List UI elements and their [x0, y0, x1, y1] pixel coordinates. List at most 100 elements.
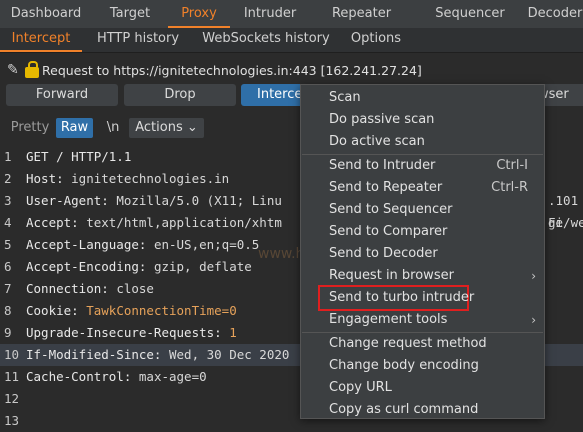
line-content: GET / HTTP/1.1: [26, 146, 131, 168]
line-number: 12: [4, 391, 20, 406]
line-number: 11: [4, 369, 20, 384]
subtab-intercept[interactable]: Intercept: [0, 28, 82, 52]
menu-item-label: Scan: [329, 90, 361, 105]
header-name: Accept-Encoding:: [26, 259, 154, 274]
menu-item-request-in-browser[interactable]: Request in browser ›: [301, 265, 544, 287]
line-number: 2: [4, 171, 12, 186]
tab-dashboard[interactable]: Dashboard: [0, 0, 92, 28]
header-value: Mozilla/5.0 (X11; Linu: [116, 193, 282, 208]
menu-item-label: Change body encoding: [329, 358, 479, 373]
line-content: Host: ignitetechnologies.in: [26, 168, 229, 190]
menu-item-do-active-scan[interactable]: Do active scan: [301, 131, 544, 153]
line-number: 5: [4, 237, 12, 252]
line-number: 4: [4, 215, 12, 230]
header-name: Connection:: [26, 281, 117, 296]
show-newlines-button[interactable]: \n: [100, 118, 126, 138]
menu-item-send-to-decoder[interactable]: Send to Decoder: [301, 243, 544, 265]
line-content: Accept-Language: en-US,en;q=0.5: [26, 234, 259, 256]
proxy-sub-tab-bar: Intercept HTTP history WebSockets histor…: [0, 28, 583, 53]
raw-view-button[interactable]: Raw: [56, 118, 93, 138]
top-tab-bar: Dashboard Target Proxy Intruder Repeater…: [0, 0, 583, 28]
line-number: 1: [4, 149, 12, 164]
menu-item-do-passive-scan[interactable]: Do passive scan: [301, 109, 544, 131]
lock-icon: [25, 60, 39, 78]
menu-item-scan[interactable]: Scan: [301, 87, 544, 109]
menu-item-change-body-encoding[interactable]: Change body encoding: [301, 355, 544, 377]
header-name: Upgrade-Insecure-Requests:: [26, 325, 230, 340]
line-number: 7: [4, 281, 12, 296]
header-name: Cookie:: [26, 303, 87, 318]
line-number: 9: [4, 325, 12, 340]
edit-pencil-icon[interactable]: ✎: [7, 62, 23, 78]
menu-item-label: Copy URL: [329, 380, 392, 395]
tab-proxy[interactable]: Proxy: [168, 0, 230, 28]
menu-item-send-to-sequencer[interactable]: Send to Sequencer: [301, 199, 544, 221]
header-value: close: [116, 281, 154, 296]
overflow-text: ge/we: [548, 215, 583, 230]
line-number: 10: [4, 347, 20, 362]
line-number: 3: [4, 193, 12, 208]
menu-item-label: Engagement tools: [329, 312, 448, 327]
menu-item-label: Send to turbo intruder: [329, 290, 475, 305]
line-content: Cache-Control: max-age=0: [26, 366, 207, 388]
line-content: User-Agent: Mozilla/5.0 (X11; Linu: [26, 190, 282, 212]
submenu-arrow-icon: ›: [531, 313, 536, 327]
menu-item-label: Do active scan: [329, 134, 425, 149]
line-content: If-Modified-Since: Wed, 30 Dec 2020: [26, 344, 289, 366]
submenu-arrow-icon: ›: [531, 269, 536, 283]
header-value: text/html,application/xhtm: [86, 215, 282, 230]
menu-item-label: Send to Comparer: [329, 224, 448, 239]
menu-item-label: Copy as curl command: [329, 402, 479, 417]
line-number: 6: [4, 259, 12, 274]
tab-target[interactable]: Target: [92, 0, 168, 28]
header-value: TawkConnectionTime=0: [86, 303, 237, 318]
context-menu: Scan Do passive scan Do active scan Send to…: [300, 84, 545, 419]
menu-item-label: Change request method: [329, 336, 487, 351]
header-value: max-age=0: [138, 369, 207, 384]
line-content: Accept: text/html,application/xhtm: [26, 212, 282, 234]
subtab-http-history[interactable]: HTTP history: [82, 28, 194, 52]
menu-item-label: Send to Sequencer: [329, 202, 453, 217]
subtab-websockets-history[interactable]: WebSockets history: [194, 28, 338, 52]
line-content: Accept-Encoding: gzip, deflate: [26, 256, 252, 278]
menu-item-change-request-method[interactable]: Change request method: [301, 333, 544, 355]
menu-item-send-to-repeater[interactable]: Send to Repeater Ctrl-R: [301, 177, 544, 199]
pretty-view-button[interactable]: Pretty: [6, 118, 54, 138]
menu-item-engagement-tools[interactable]: Engagement tools ›: [301, 309, 544, 331]
actions-dropdown[interactable]: Actions ⌄: [129, 118, 204, 138]
drop-button[interactable]: Drop: [124, 84, 236, 106]
line-content: Upgrade-Insecure-Requests: 1: [26, 322, 237, 344]
menu-item-label: Send to Repeater: [329, 180, 443, 195]
menu-item-label: Request in browser: [329, 268, 454, 283]
header-name: Accept-Language:: [26, 237, 154, 252]
tab-decoder[interactable]: Decoder: [527, 0, 583, 28]
header-name: If-Modified-Since:: [26, 347, 169, 362]
header-value: Wed, 30 Dec 2020: [169, 347, 290, 362]
menu-item-send-to-intruder[interactable]: Send to Intruder Ctrl-I: [301, 155, 544, 177]
menu-shortcut: Ctrl-I: [496, 158, 528, 173]
request-target-label: Request to https://ignitetechnologies.in…: [42, 62, 422, 78]
menu-item-label: Send to Intruder: [329, 158, 436, 173]
line-number: 8: [4, 303, 12, 318]
menu-shortcut: Ctrl-R: [491, 180, 528, 195]
tab-sequencer[interactable]: Sequencer: [413, 0, 527, 28]
menu-item-copy-url[interactable]: Copy URL: [301, 377, 544, 399]
line-content: Cookie: TawkConnectionTime=0: [26, 300, 237, 322]
tab-repeater[interactable]: Repeater: [310, 0, 413, 28]
line-content: Connection: close: [26, 278, 154, 300]
header-name: Host:: [26, 171, 72, 186]
menu-item-send-to-comparer[interactable]: Send to Comparer: [301, 221, 544, 243]
request-info-bar: ✎ Request to https://ignitetechnologies.…: [0, 58, 583, 82]
header-name: Cache-Control:: [26, 369, 139, 384]
forward-button[interactable]: Forward: [6, 84, 118, 106]
line-number: 13: [4, 413, 20, 428]
header-name: User-Agent:: [26, 193, 117, 208]
header-value: en-US,en;q=0.5: [153, 237, 260, 252]
menu-item-send-to-turbo-intruder[interactable]: Send to turbo intruder: [301, 287, 544, 309]
menu-item-label: Do passive scan: [329, 112, 435, 127]
tab-intruder[interactable]: Intruder: [230, 0, 310, 28]
header-value: 1: [229, 325, 237, 340]
menu-item-copy-as-curl-command[interactable]: Copy as curl command: [301, 399, 544, 421]
subtab-options[interactable]: Options: [338, 28, 414, 52]
menu-item-label: Send to Decoder: [329, 246, 438, 261]
